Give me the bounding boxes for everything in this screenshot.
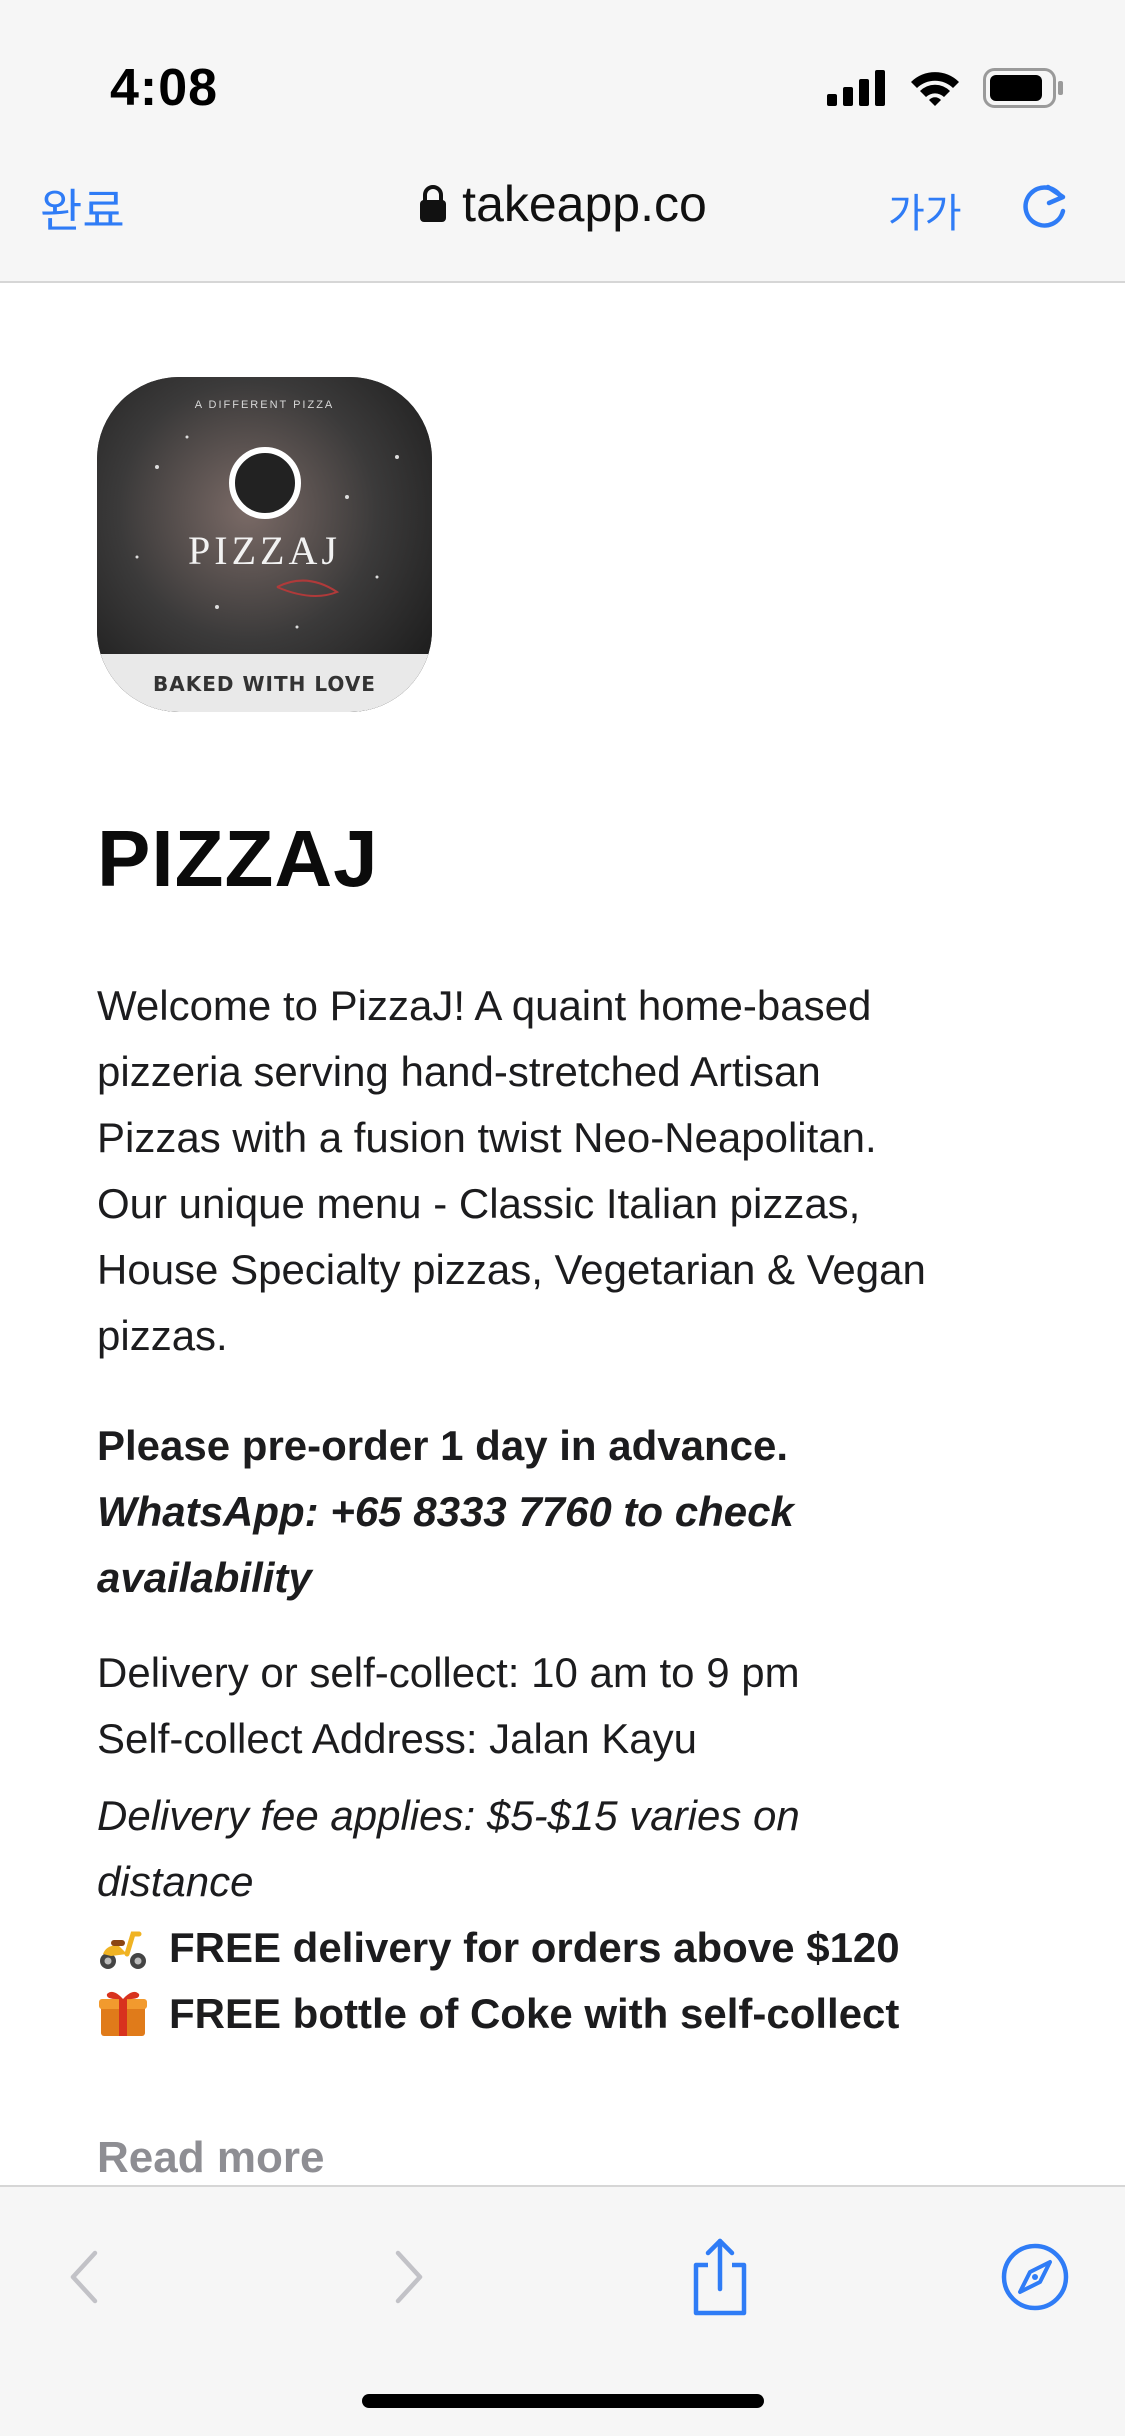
battery-icon — [983, 68, 1063, 108]
free-delivery-line: FREE delivery for orders above $120 — [97, 1915, 1037, 1981]
browser-top-bar: 완료 takeapp.co 가가 — [0, 145, 1125, 283]
reload-icon[interactable] — [1015, 175, 1075, 235]
fee-line: Delivery fee applies: $5-$15 varies on — [97, 1792, 800, 1839]
intro-line: Pizzas with a fusion twist Neo-Neapolita… — [97, 1114, 877, 1161]
delivery-hours: Delivery or self-collect: 10 am to 9 pm — [97, 1649, 800, 1696]
url-text: takeapp.co — [462, 176, 707, 232]
shop-logo: A DIFFERENT PIZZA PIZZAJ BAKED WITH LOVE — [97, 377, 432, 712]
signal-icon — [827, 70, 885, 106]
gift-icon — [99, 1991, 147, 2036]
safari-button[interactable] — [995, 2237, 1075, 2317]
logo-name: PIZZAJ — [188, 528, 341, 573]
intro-line: Welcome to PizzaJ! A quaint home-based — [97, 982, 872, 1029]
status-time: 4:08 — [110, 59, 219, 117]
share-icon — [693, 2238, 747, 2316]
text-size-button[interactable]: 가가 — [888, 181, 962, 239]
status-icons — [827, 64, 1065, 112]
preorder-text: Please pre-order 1 day in advance. — [97, 1422, 788, 1469]
delivery-info: Delivery or self-collect: 10 am to 9 pm … — [97, 1640, 1037, 1772]
intro-line: Our unique menu - Classic Italian pizzas… — [97, 1180, 861, 1227]
intro-line: House Specialty pizzas, Vegetarian & Veg… — [97, 1246, 926, 1293]
intro-line: pizzeria serving hand-stretched Artisan — [97, 1048, 821, 1095]
whatsapp-line: WhatsApp: +65 8333 7760 to check — [97, 1488, 794, 1535]
wifi-icon — [911, 72, 959, 106]
free-coke-text: FREE bottle of Coke with self-collect — [169, 1990, 900, 2037]
logo-emblem — [229, 447, 301, 519]
compass-icon — [1001, 2243, 1069, 2311]
scooter-icon — [100, 1931, 146, 1969]
intro-line: pizzas. — [97, 1312, 228, 1359]
forward-icon — [395, 2250, 423, 2304]
fee-line: distance — [97, 1858, 254, 1905]
shop-intro: Welcome to PizzaJ! A quaint home-based p… — [97, 973, 1037, 1369]
self-collect-address: Self-collect Address: Jalan Kayu — [97, 1715, 697, 1762]
status-bar: 4:08 — [0, 0, 1125, 145]
share-button[interactable] — [680, 2237, 760, 2317]
delivery-fees: Delivery fee applies: $5-$15 varies on d… — [97, 1783, 1037, 2047]
logo-slogan: BAKED WITH LOVE — [153, 672, 376, 696]
read-more-link[interactable]: Read more — [97, 2133, 324, 2183]
whatsapp-line: availability — [97, 1554, 312, 1601]
back-icon — [70, 2250, 98, 2304]
lock-icon — [420, 185, 447, 222]
free-coke-line: FREE bottle of Coke with self-collect — [97, 1981, 1037, 2047]
back-button[interactable] — [45, 2237, 125, 2317]
shop-title: PIZZAJ — [97, 814, 379, 903]
preorder-note: Please pre-order 1 day in advance. Whats… — [97, 1413, 1037, 1611]
forward-button[interactable] — [368, 2237, 448, 2317]
logo-tagline: A DIFFERENT PIZZA — [194, 399, 335, 411]
free-delivery-text: FREE delivery for orders above $120 — [169, 1924, 900, 1971]
home-indicator[interactable] — [362, 2394, 764, 2408]
